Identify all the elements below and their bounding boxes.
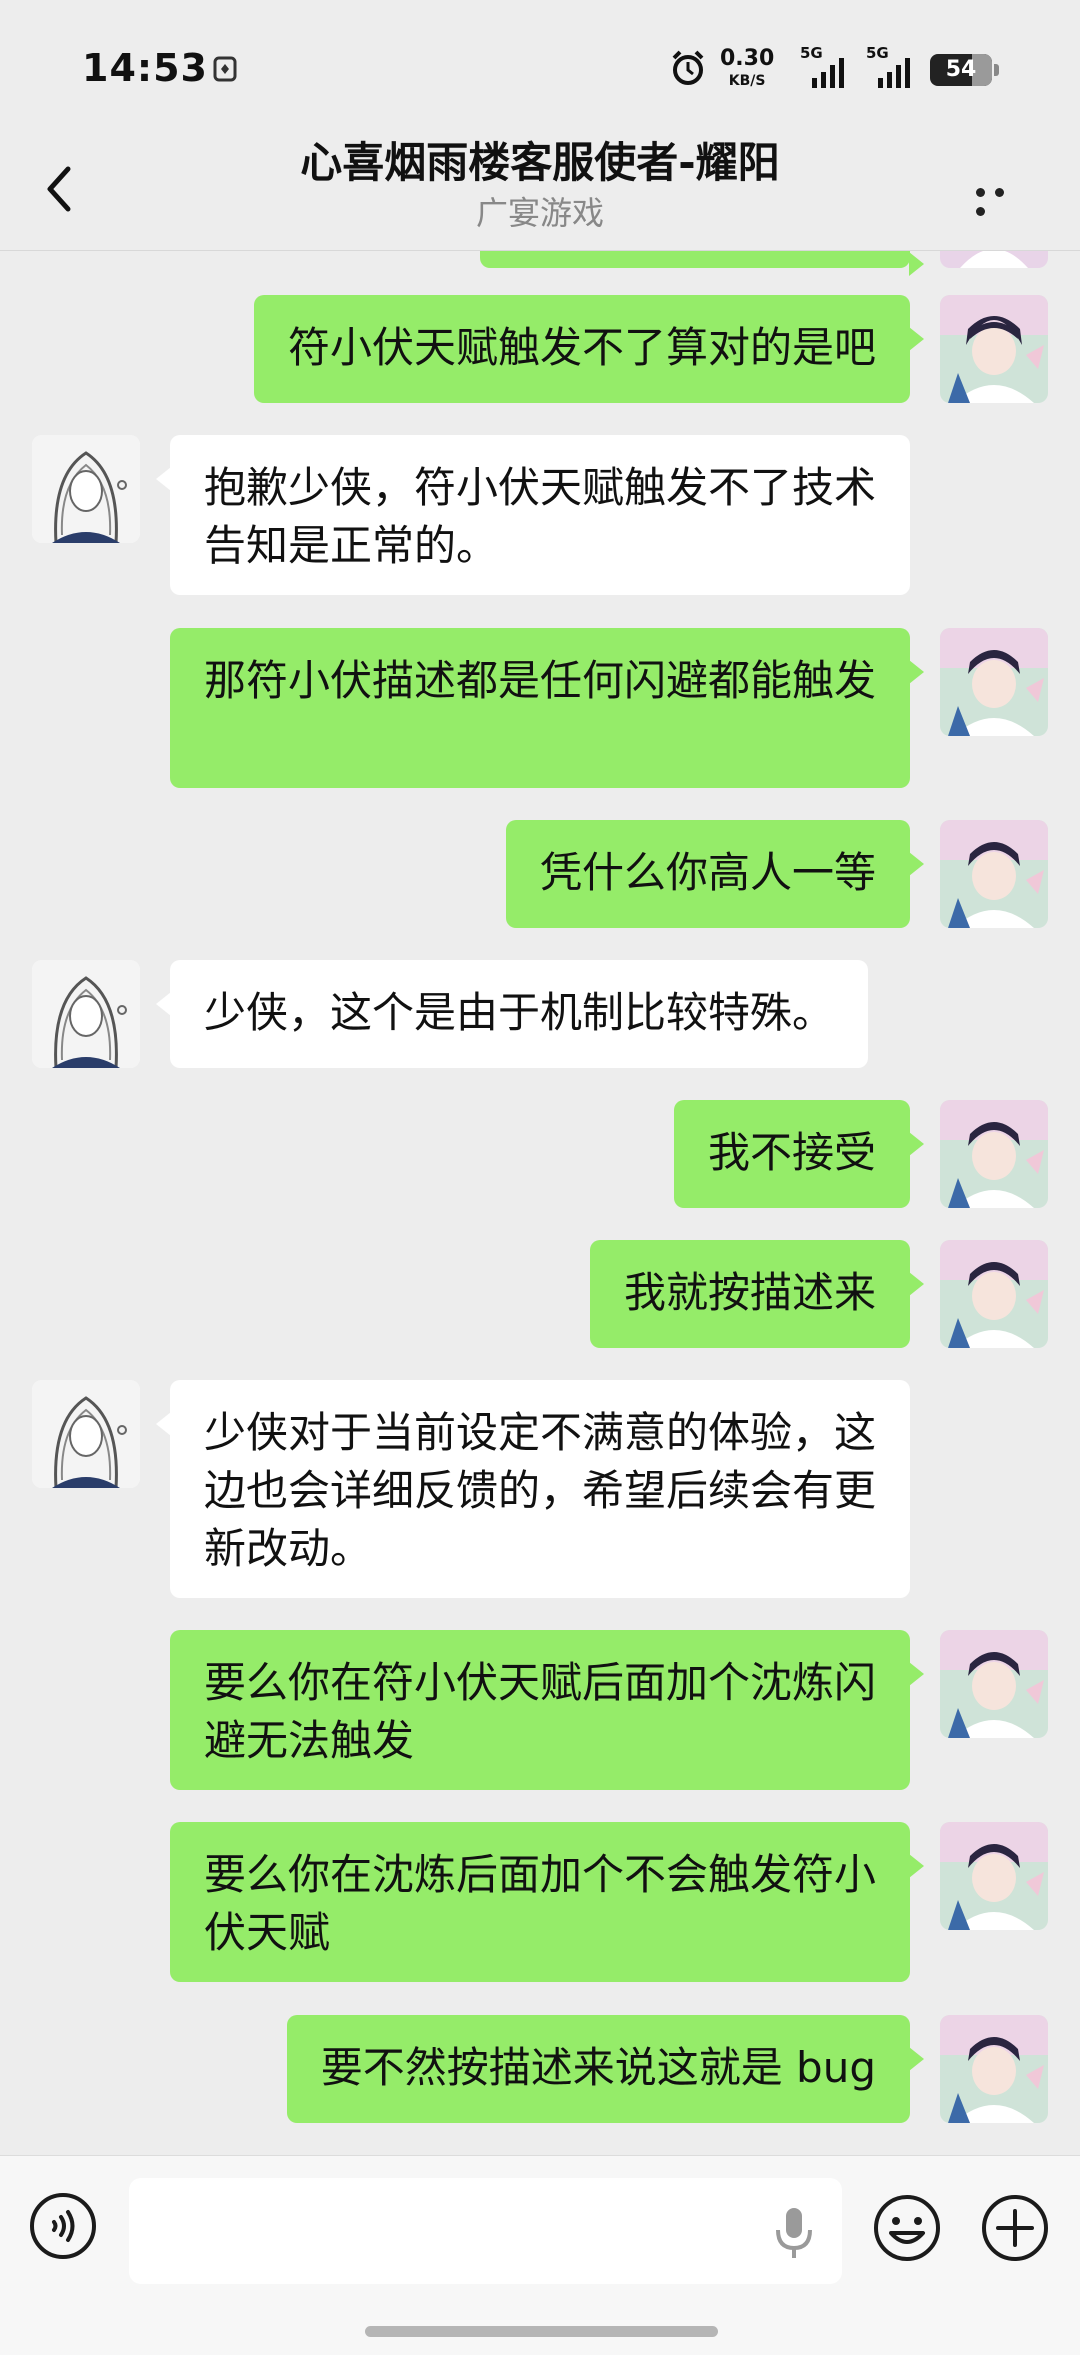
avatar-agent[interactable]	[32, 1380, 140, 1488]
avatar-me[interactable]	[940, 1630, 1048, 1738]
chat-title: 心喜烟雨楼客服使者-耀阳	[300, 138, 780, 187]
battery-indicator: 54	[930, 54, 999, 86]
message-input[interactable]	[129, 2178, 842, 2284]
emoji-icon	[874, 2195, 940, 2261]
network-speed-unit: KB/S	[728, 73, 766, 89]
voice-icon	[52, 2210, 75, 2242]
battery-level: 54	[945, 57, 977, 82]
plus-icon	[982, 2195, 1048, 2261]
message-text: 那符小伏描述都是任何闪避都能触发	[204, 656, 877, 705]
message-bubble-me[interactable]: 要么你在符小伏天赋后面加个沈炼闪避无法触发	[170, 1630, 924, 1790]
avatar-me[interactable]	[940, 1822, 1048, 1930]
chat-header: 心喜烟雨楼客服使者-耀阳 广宴游戏	[0, 135, 1080, 251]
avatar-me[interactable]	[940, 250, 1048, 268]
avatar-agent[interactable]	[32, 960, 140, 1068]
plus-button[interactable]	[980, 2193, 1050, 2263]
message-text: 要么你在符小伏天赋后面加个沈炼闪避无法触发	[204, 1658, 877, 1765]
message-bubble-me[interactable]: 要不然按描述来说这就是 bug	[286, 2015, 925, 2123]
status-time: 14:53	[82, 46, 208, 90]
network-speed: 0.30 KB/S	[720, 48, 774, 92]
message-text: 我不接受	[707, 1128, 876, 1177]
message-text: 要么你在沈炼后面加个不会触发符小伏天赋	[204, 1850, 877, 1957]
signal-bars-icon-2	[874, 56, 916, 92]
message-bubble-previous	[480, 250, 924, 276]
message-list[interactable]: 符小伏天赋触发不了算对的是吧 抱歉少侠，符小伏天赋触发不了技术告知是正常的。 那…	[0, 250, 1080, 2155]
home-indicator[interactable]	[365, 2326, 718, 2337]
message-bubble-me[interactable]: 要么你在沈炼后面加个不会触发符小伏天赋	[170, 1822, 924, 1982]
chat-subtitle: 广宴游戏	[475, 194, 604, 232]
network-speed-value: 0.30	[720, 46, 775, 71]
mic-button[interactable]	[770, 2204, 818, 2260]
message-text: 少侠对于当前设定不满意的体验，这边也会详细反馈的，希望后续会有更新改动。	[204, 1408, 877, 1573]
avatar-me[interactable]	[940, 1100, 1048, 1208]
voice-button[interactable]	[30, 2193, 96, 2259]
input-bar	[0, 2155, 1080, 2355]
message-bubble-agent[interactable]: 抱歉少侠，符小伏天赋触发不了技术告知是正常的。	[156, 435, 910, 595]
signal-bars-icon	[808, 56, 850, 92]
message-bubble-agent[interactable]: 少侠对于当前设定不满意的体验，这边也会详细反馈的，希望后续会有更新改动。	[156, 1380, 910, 1598]
message-text: 符小伏天赋触发不了算对的是吧	[287, 323, 876, 372]
avatar-me[interactable]	[940, 295, 1048, 403]
message-bubble-me[interactable]: 那符小伏描述都是任何闪避都能触发	[170, 628, 924, 788]
message-text: 要不然按描述来说这就是 bug	[320, 2043, 876, 2092]
message-bubble-me[interactable]: 我不接受	[673, 1100, 925, 1208]
status-bar: 14:53 0.30 KB/S 5G 5G 54	[0, 0, 1080, 135]
avatar-me[interactable]	[940, 2015, 1048, 2123]
avatar-me[interactable]	[940, 820, 1048, 928]
emoji-button[interactable]	[872, 2193, 942, 2263]
message-bubble-me[interactable]: 凭什么你高人一等	[505, 820, 925, 928]
alarm-icon	[668, 48, 708, 92]
avatar-agent[interactable]	[32, 435, 140, 543]
message-bubble-agent[interactable]: 少侠，这个是由于机制比较特殊。	[155, 960, 869, 1068]
app-notification-icon	[212, 54, 238, 88]
message-bubble-me[interactable]: 符小伏天赋触发不了算对的是吧	[253, 295, 925, 403]
message-bubble-me[interactable]: 我就按描述来	[589, 1240, 925, 1348]
mic-icon	[776, 2208, 812, 2258]
avatar-me[interactable]	[940, 628, 1048, 736]
message-text: 我就按描述来	[623, 1268, 876, 1317]
message-text: 少侠，这个是由于机制比较特殊。	[204, 988, 835, 1037]
more-button[interactable]	[976, 182, 1032, 216]
avatar-me[interactable]	[940, 1240, 1048, 1348]
message-text: 抱歉少侠，符小伏天赋触发不了技术告知是正常的。	[204, 463, 877, 570]
message-text: 凭什么你高人一等	[539, 848, 876, 897]
